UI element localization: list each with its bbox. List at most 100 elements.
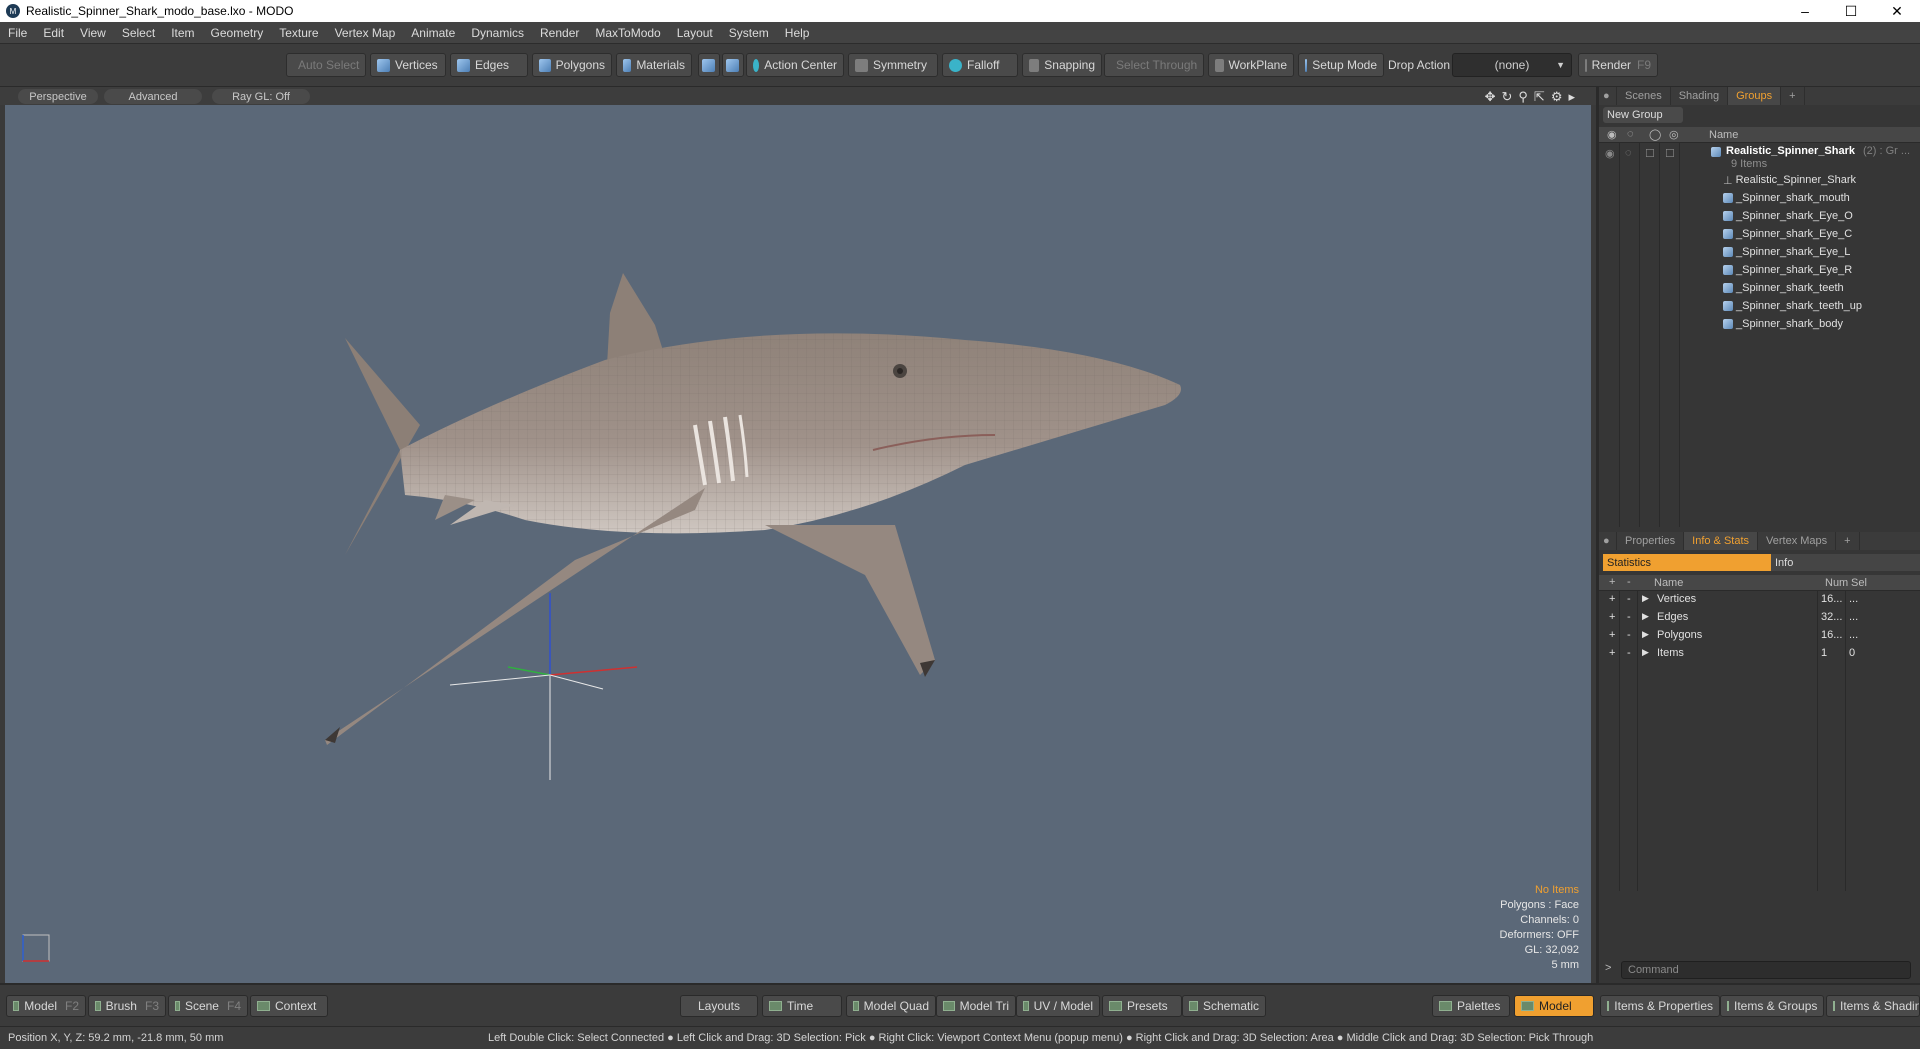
items-properties-tab[interactable]: Items & Properties: [1600, 995, 1720, 1017]
command-input[interactable]: Command: [1621, 961, 1911, 979]
move-view-icon[interactable]: ✥: [1485, 89, 1496, 105]
render-button[interactable]: Render F9: [1578, 53, 1658, 77]
lock-icon[interactable]: ◌: [1625, 147, 1632, 159]
plus-icon[interactable]: +: [1609, 593, 1615, 605]
ray-gl-tab[interactable]: Ray GL: Off: [212, 89, 310, 104]
new-group-button[interactable]: New Group: [1603, 107, 1683, 123]
brush-tab[interactable]: Brush F3: [88, 995, 166, 1017]
menu-edit[interactable]: Edit: [35, 26, 72, 40]
3d-viewport[interactable]: No Items Polygons : Face Channels: 0 Def…: [5, 105, 1591, 983]
tab-properties[interactable]: Properties: [1617, 532, 1685, 550]
panel-menu-icon[interactable]: ●: [1599, 532, 1617, 550]
expand-arrow-icon[interactable]: ▶: [1642, 593, 1649, 604]
group-item[interactable]: _Spinner_shark_teeth_up: [1599, 297, 1920, 315]
group-item[interactable]: _Spinner_shark_Eye_R: [1599, 261, 1920, 279]
symmetry-button[interactable]: Symmetry: [848, 53, 938, 77]
model-tab[interactable]: Model F2: [6, 995, 86, 1017]
auto-select-button[interactable]: Auto Select: [286, 53, 366, 77]
plus-icon[interactable]: +: [1609, 629, 1615, 641]
menu-view[interactable]: View: [72, 26, 114, 40]
select-through-button[interactable]: Select Through: [1104, 53, 1204, 77]
menu-help[interactable]: Help: [777, 26, 818, 40]
items-groups-tab[interactable]: Items & Groups: [1720, 995, 1824, 1017]
falloff-button[interactable]: Falloff: [942, 53, 1018, 77]
minus-icon[interactable]: -: [1627, 593, 1631, 605]
eye-icon[interactable]: ◉: [1605, 147, 1615, 160]
group-item[interactable]: _Spinner_shark_Eye_O: [1599, 207, 1920, 225]
group-root-row[interactable]: ◉ ◌ ☐ ☐ Realistic_Spinner_Shark (2) : Gr…: [1599, 143, 1920, 171]
minus-icon[interactable]: -: [1627, 647, 1631, 659]
schematic-tab[interactable]: Schematic: [1182, 995, 1266, 1017]
tab-vertex-maps[interactable]: Vertex Maps: [1758, 532, 1837, 550]
add-tab-icon[interactable]: +: [1781, 87, 1805, 105]
stats-row-vertices[interactable]: + - ▶ Vertices 16... ...: [1599, 593, 1920, 611]
model-quad-tab[interactable]: Model Quad: [846, 995, 936, 1017]
menu-geometry[interactable]: Geometry: [203, 26, 272, 40]
menu-item[interactable]: Item: [163, 26, 202, 40]
checkbox-icon[interactable]: ☐: [1645, 147, 1655, 160]
menu-texture[interactable]: Texture: [271, 26, 326, 40]
snapping-button[interactable]: Snapping: [1022, 53, 1102, 77]
tab-info[interactable]: Info: [1771, 554, 1920, 571]
checkbox-icon[interactable]: ☐: [1665, 147, 1675, 160]
menu-file[interactable]: File: [0, 26, 35, 40]
gear-icon[interactable]: ⚙: [1551, 89, 1563, 105]
expand-arrow-icon[interactable]: ▸: [1568, 89, 1575, 105]
menu-maxtomodo[interactable]: MaxToModo: [587, 26, 668, 40]
menu-select[interactable]: Select: [114, 26, 163, 40]
edges-button[interactable]: Edges: [450, 53, 528, 77]
stats-row-edges[interactable]: + - ▶ Edges 32... ...: [1599, 611, 1920, 629]
model-tri-tab[interactable]: Model Tri: [936, 995, 1016, 1017]
menu-layout[interactable]: Layout: [669, 26, 721, 40]
tab-statistics[interactable]: Statistics: [1603, 554, 1771, 571]
selection-mode-button-2[interactable]: [722, 53, 744, 77]
polygons-button[interactable]: Polygons: [532, 53, 612, 77]
expand-arrow-icon[interactable]: ▶: [1642, 629, 1649, 640]
tab-shading[interactable]: Shading: [1671, 87, 1729, 105]
perspective-view-tab[interactable]: Perspective: [18, 89, 98, 104]
group-item[interactable]: _Spinner_shark_mouth: [1599, 189, 1920, 207]
group-item[interactable]: ⊥ Realistic_Spinner_Shark: [1599, 171, 1920, 189]
plus-icon[interactable]: +: [1609, 647, 1615, 659]
rotate-view-icon[interactable]: ↻: [1501, 89, 1512, 105]
workplane-button[interactable]: WorkPlane: [1208, 53, 1294, 77]
menu-dynamics[interactable]: Dynamics: [463, 26, 532, 40]
materials-button[interactable]: Materials: [616, 53, 692, 77]
menu-render[interactable]: Render: [532, 26, 587, 40]
menu-animate[interactable]: Animate: [403, 26, 463, 40]
tab-info-stats[interactable]: Info & Stats: [1684, 532, 1759, 550]
selection-mode-button-1[interactable]: [698, 53, 720, 77]
expand-arrow-icon[interactable]: ▶: [1642, 611, 1649, 622]
palettes-button[interactable]: Palettes: [1432, 995, 1510, 1017]
expand-arrow-icon[interactable]: ▶: [1642, 647, 1649, 658]
maximize-icon[interactable]: ☐: [1828, 0, 1874, 22]
layouts-button[interactable]: Layouts: [680, 995, 758, 1017]
panel-menu-icon[interactable]: ●: [1599, 87, 1617, 105]
plus-icon[interactable]: +: [1609, 611, 1615, 623]
collapse-all-icon[interactable]: -: [1627, 576, 1631, 588]
menu-system[interactable]: System: [721, 26, 777, 40]
group-item[interactable]: _Spinner_shark_Eye_C: [1599, 225, 1920, 243]
setup-mode-button[interactable]: Setup Mode: [1298, 53, 1384, 77]
minimize-icon[interactable]: –: [1782, 0, 1828, 22]
drop-action-select[interactable]: (none) ▼: [1452, 53, 1572, 77]
fit-view-icon[interactable]: ⇱: [1534, 89, 1545, 105]
menu-vertex-map[interactable]: Vertex Map: [327, 26, 404, 40]
tab-scenes[interactable]: Scenes: [1617, 87, 1671, 105]
close-icon[interactable]: ✕: [1874, 0, 1920, 22]
minus-icon[interactable]: -: [1627, 611, 1631, 623]
group-item[interactable]: _Spinner_shark_Eye_L: [1599, 243, 1920, 261]
action-center-button[interactable]: Action Center: [746, 53, 844, 77]
vertices-button[interactable]: Vertices: [370, 53, 446, 77]
group-item[interactable]: _Spinner_shark_body: [1599, 315, 1920, 333]
stats-row-items[interactable]: + - ▶ Items 1 0: [1599, 647, 1920, 665]
uv-model-tab[interactable]: UV / Model: [1016, 995, 1100, 1017]
context-tab[interactable]: Context: [250, 995, 328, 1017]
advanced-shading-tab[interactable]: Advanced: [104, 89, 202, 104]
tab-groups[interactable]: Groups: [1728, 87, 1782, 105]
group-item[interactable]: _Spinner_shark_teeth: [1599, 279, 1920, 297]
minus-icon[interactable]: -: [1627, 629, 1631, 641]
model-layout-active-tab[interactable]: Model: [1514, 995, 1594, 1017]
items-shading-tab[interactable]: Items & Shadin: [1826, 995, 1920, 1017]
scene-tab[interactable]: Scene F4: [168, 995, 248, 1017]
